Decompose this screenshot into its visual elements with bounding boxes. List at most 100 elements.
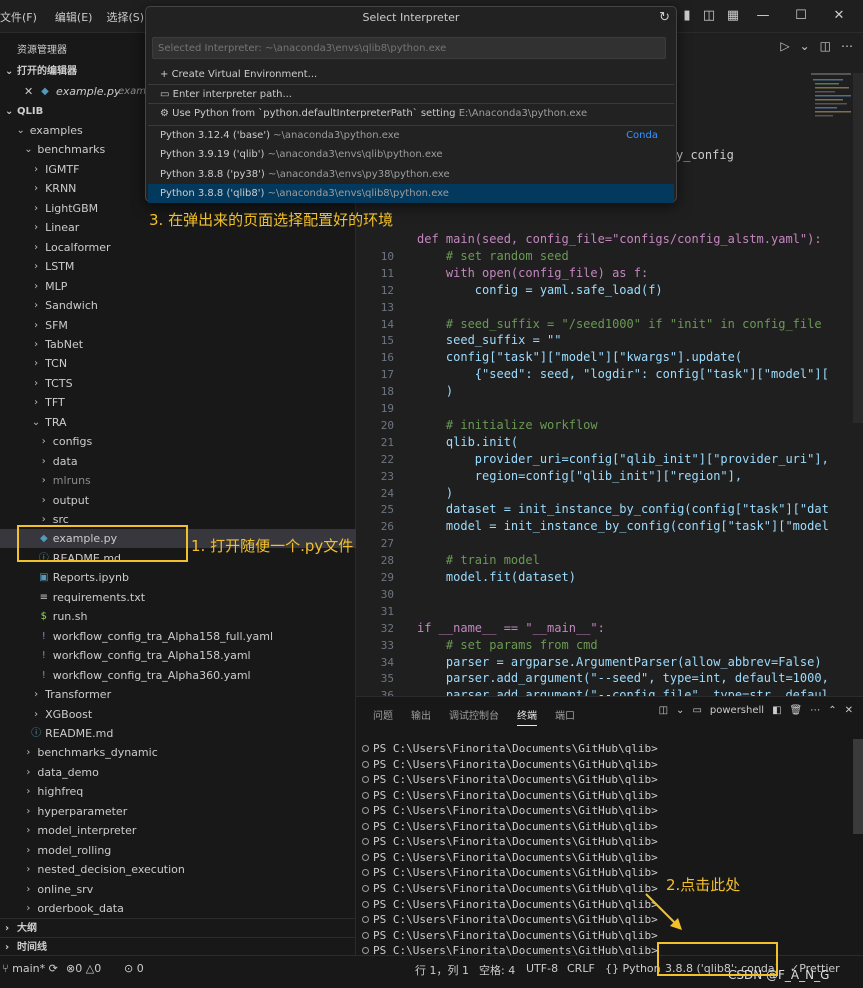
folder-item[interactable]: › TabNet bbox=[0, 335, 356, 354]
interpreter-option[interactable]: ⚙ Use Python from `python.defaultInterpr… bbox=[148, 104, 674, 123]
tab-problems[interactable]: 问题 bbox=[373, 707, 393, 726]
file-item[interactable]: ! workflow_config_tra_Alpha158.yaml bbox=[0, 646, 356, 665]
refresh-icon[interactable]: ↻ bbox=[659, 10, 670, 25]
folder-item[interactable]: › Transformer bbox=[0, 685, 356, 704]
tree-item-label: model_rolling bbox=[37, 843, 112, 857]
command-decoration-icon[interactable] bbox=[362, 822, 369, 830]
folder-item[interactable]: › data_demo bbox=[0, 763, 356, 782]
minimap[interactable] bbox=[811, 73, 851, 163]
close-icon[interactable]: ✕ bbox=[24, 82, 33, 101]
branch-status[interactable]: ⑂ main* ⟳ bbox=[2, 962, 58, 975]
interpreter-option[interactable]: ▭ Enter interpreter path... bbox=[148, 85, 674, 104]
close-window-icon[interactable]: ✕ bbox=[830, 7, 848, 25]
command-decoration-icon[interactable] bbox=[362, 869, 369, 877]
folder-item[interactable]: › benchmarks_dynamic bbox=[0, 743, 356, 762]
language-mode[interactable]: {} Python bbox=[605, 962, 661, 975]
folder-item[interactable]: › orderbook_data bbox=[0, 899, 356, 918]
indentation[interactable]: 空格: 4 bbox=[479, 962, 515, 978]
command-decoration-icon[interactable] bbox=[362, 916, 369, 924]
problems-status[interactable]: ⊗0 △0 bbox=[66, 962, 101, 975]
more-icon[interactable]: ⋯ bbox=[841, 39, 853, 53]
toggle-sidebar-icon[interactable]: ▮ bbox=[678, 7, 696, 25]
terminal-name[interactable]: powershell bbox=[710, 705, 764, 716]
file-item[interactable]: ! workflow_config_tra_Alpha360.yaml bbox=[0, 666, 356, 685]
more-icon[interactable]: ⋯ bbox=[810, 705, 820, 716]
file-item[interactable]: ≡ requirements.txt bbox=[0, 588, 356, 607]
folder-item[interactable]: › TCTS bbox=[0, 374, 356, 393]
toggle-panel-icon[interactable]: ◫ bbox=[700, 7, 718, 25]
timeline-header[interactable]: › 时间线 bbox=[0, 937, 356, 956]
command-decoration-icon[interactable] bbox=[362, 900, 369, 908]
file-item[interactable]: ! workflow_config_tra_Alpha158_full.yaml bbox=[0, 627, 356, 646]
folder-item[interactable]: › LSTM bbox=[0, 257, 356, 276]
command-decoration-icon[interactable] bbox=[362, 931, 369, 939]
panel-actions: ◫ ⌄ ▭ powershell ◧ 🗑 ⋯ ⌃ ✕ bbox=[659, 705, 853, 716]
folder-item[interactable]: › SFM bbox=[0, 316, 356, 335]
interpreter-option[interactable]: Python 3.8.8 ('qlib8') ~\anaconda3\envs\… bbox=[148, 184, 674, 203]
close-panel-icon[interactable]: ✕ bbox=[845, 705, 853, 716]
menu-file[interactable]: 文件(F) bbox=[0, 9, 37, 25]
run-icon[interactable]: ▷ bbox=[780, 39, 789, 53]
editor-scrollbar[interactable] bbox=[853, 73, 863, 423]
folder-item[interactable]: › Localformer bbox=[0, 238, 356, 257]
tab-ports[interactable]: 端口 bbox=[555, 707, 575, 726]
terminal-scrollbar[interactable] bbox=[853, 739, 863, 834]
menu-edit[interactable]: 编辑(E) bbox=[55, 9, 93, 25]
folder-item[interactable]: › data bbox=[0, 452, 356, 471]
folder-item[interactable]: › configs bbox=[0, 432, 356, 451]
maximize-icon[interactable]: ☐ bbox=[792, 7, 810, 25]
tab-terminal[interactable]: 终端 bbox=[517, 707, 537, 726]
tab-debug-console[interactable]: 调试控制台 bbox=[449, 707, 499, 726]
interpreter-option[interactable]: Python 3.9.19 ('qlib') ~\anaconda3\envs\… bbox=[148, 145, 674, 164]
folder-item[interactable]: › mlruns bbox=[0, 471, 356, 490]
folder-item[interactable]: ⌄ TRA bbox=[0, 413, 356, 432]
minimize-icon[interactable]: — bbox=[754, 7, 772, 25]
folder-item[interactable]: › nested_decision_execution bbox=[0, 860, 356, 879]
command-decoration-icon[interactable] bbox=[362, 745, 369, 752]
split-editor-icon[interactable]: ◫ bbox=[820, 39, 831, 53]
command-decoration-icon[interactable] bbox=[362, 791, 369, 799]
interpreter-option[interactable]: Python 3.12.4 ('base') ~\anaconda3\pytho… bbox=[148, 126, 674, 145]
trash-icon[interactable]: 🗑 bbox=[790, 705, 803, 716]
folder-item[interactable]: › TCN bbox=[0, 354, 356, 373]
cursor-position[interactable]: 行 1，列 1 bbox=[415, 962, 469, 978]
code-text: model.fit(dataset) bbox=[417, 570, 576, 584]
folder-item[interactable]: › TFT bbox=[0, 393, 356, 412]
command-decoration-icon[interactable] bbox=[362, 884, 369, 892]
conda-badge: Conda bbox=[626, 129, 658, 141]
menu-selection[interactable]: 选择(S) bbox=[106, 9, 144, 25]
ports-status[interactable]: ⊙ 0 bbox=[124, 962, 144, 975]
command-decoration-icon[interactable] bbox=[362, 807, 369, 815]
chevron-down-icon[interactable]: ⌄ bbox=[676, 705, 684, 716]
command-decoration-icon[interactable] bbox=[362, 838, 369, 846]
file-item[interactable]: $ run.sh bbox=[0, 607, 356, 626]
interpreter-search-input[interactable] bbox=[152, 37, 666, 59]
interpreter-option[interactable]: + Create Virtual Environment... bbox=[148, 65, 674, 84]
file-item[interactable]: ▣ Reports.ipynb bbox=[0, 568, 356, 587]
command-decoration-icon[interactable] bbox=[362, 947, 369, 955]
tab-output[interactable]: 输出 bbox=[411, 707, 431, 726]
layout-icon[interactable]: ▦ bbox=[724, 7, 742, 25]
folder-item[interactable]: › model_interpreter bbox=[0, 821, 356, 840]
maximize-panel-icon[interactable]: ⌃ bbox=[828, 705, 836, 716]
folder-item[interactable]: › model_rolling bbox=[0, 841, 356, 860]
folder-item[interactable]: › Sandwich bbox=[0, 296, 356, 315]
chevron-down-icon[interactable]: ⌄ bbox=[800, 39, 810, 53]
folder-item[interactable]: › MLP bbox=[0, 277, 356, 296]
interpreter-option[interactable]: Python 3.8.8 ('py38') ~\anaconda3\envs\p… bbox=[148, 165, 674, 184]
encoding[interactable]: UTF-8 bbox=[526, 962, 558, 975]
outline-header[interactable]: › 大纲 bbox=[0, 918, 356, 937]
command-decoration-icon[interactable] bbox=[362, 760, 369, 768]
file-item[interactable]: ⓘ README.md bbox=[0, 724, 356, 743]
command-decoration-icon[interactable] bbox=[362, 853, 369, 861]
folder-item[interactable]: › online_srv bbox=[0, 880, 356, 899]
folder-item[interactable]: › highfreq bbox=[0, 782, 356, 801]
split-icon[interactable]: ◧ bbox=[772, 705, 781, 716]
folder-item[interactable]: › output bbox=[0, 491, 356, 510]
folder-item[interactable]: › hyperparameter bbox=[0, 802, 356, 821]
line-ending[interactable]: CRLF bbox=[567, 962, 595, 975]
split-terminal-icon[interactable]: ◫ bbox=[659, 705, 668, 716]
terminal-line: PS C:\Users\Finorita\Documents\GitHub\ql… bbox=[362, 928, 658, 944]
command-decoration-icon[interactable] bbox=[362, 776, 369, 784]
folder-item[interactable]: › XGBoost bbox=[0, 705, 356, 724]
